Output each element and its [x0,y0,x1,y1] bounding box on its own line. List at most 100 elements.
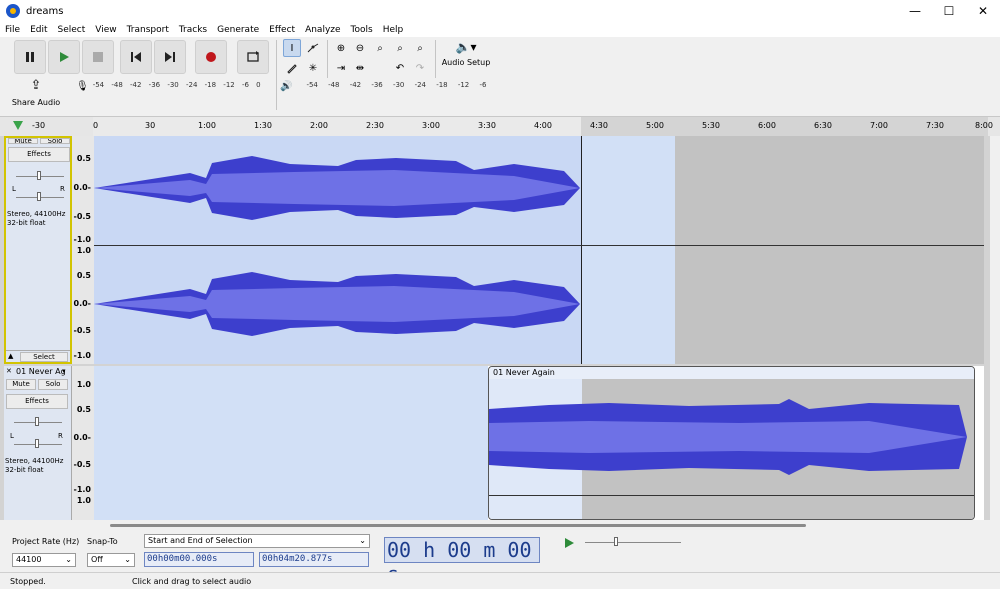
scale-label: 0.5 [76,154,91,163]
meter-tick: -18 [204,81,217,89]
amplitude-scale[interactable]: 0.5 0.0- -0.5 -1.0 1.0 0.5 0.0- -0.5 -1.… [72,136,94,364]
gain-slider[interactable] [37,171,41,180]
menu-analyze[interactable]: Analyze [300,25,345,35]
close-button[interactable]: ✕ [966,0,1000,22]
project-rate-select[interactable]: 44100 ⌄ [12,553,76,567]
audio-setup-button[interactable]: 🔈▾ Audio Setup [440,40,492,74]
menu-edit[interactable]: Edit [25,25,52,35]
ruler-tick: 30 [145,121,156,130]
skip-to-start-button[interactable] [120,40,152,74]
silence-icon: ⇹ [355,62,365,74]
minimize-button[interactable]: — [898,0,932,22]
track-format-info: Stereo, 44100Hz 32-bit float [5,457,64,474]
snap-to-select[interactable]: Off ⌄ [87,553,135,567]
share-audio-label: Share Audio [11,98,61,107]
selection-tool-button[interactable]: I [283,39,301,57]
menu-generate[interactable]: Generate [212,25,264,35]
audio-position-display[interactable]: 00 h 00 m 00 s [384,537,540,586]
track-1-waveform-area[interactable] [94,136,984,364]
menu-tools[interactable]: Tools [346,25,378,35]
meter-tick: -54 [306,81,318,89]
mute-button[interactable]: Mute [8,138,38,144]
menu-effect[interactable]: Effect [264,25,300,35]
undo-button[interactable]: ↶ [391,59,409,77]
menu-view[interactable]: View [90,25,121,35]
timeline-ruler[interactable]: -30 0 30 1:00 1:30 2:00 2:30 3:00 3:30 4… [0,116,1000,137]
redo-icon: ↷ [415,62,425,74]
loop-button[interactable] [237,40,269,74]
menu-transport[interactable]: Transport [122,25,174,35]
playback-speed-track[interactable] [585,542,681,543]
status-bar: Stopped. Click and drag to select audio [0,572,1000,589]
ruler-tick: 6:30 [814,121,832,130]
loop-icon [247,51,259,62]
track-menu-icon[interactable]: ▾ [62,367,66,375]
skip-to-end-button[interactable] [154,40,186,74]
clip-title[interactable]: 01 Never Again [489,367,974,379]
fit-project-button[interactable]: ⌕ [391,39,409,57]
share-audio-button[interactable]: ⇪ Share Audio [10,78,62,114]
track-control-panel[interactable]: ✕ 01 Never Ag ▾ Mute Solo Effects L R St… [4,366,72,520]
pan-slider[interactable] [35,439,39,448]
clip-waveform [489,399,967,475]
zoom-toggle-button[interactable]: ⌕ [411,39,429,57]
select-track-button[interactable]: Select [20,352,68,362]
recording-meter[interactable]: 🎙 -54 -48 -42 -36 -30 -24 -18 -12 -6 0 [76,79,266,93]
track-2-waveform-area[interactable]: 01 Never Again [94,366,984,520]
track-title-bar[interactable]: ✕ 01 Never Ag ▾ [4,367,68,379]
meter-tick: -42 [130,81,142,89]
multi-tool-button[interactable]: ✳ [304,59,322,77]
track-control-panel[interactable]: Mute Solo Effects L R Stereo, 44100Hz 32… [4,136,72,364]
draw-tool-button[interactable] [283,59,301,77]
trim-button[interactable]: ⇥ [332,59,350,77]
chevron-down-icon: ⌄ [124,555,131,564]
envelope-tool-button[interactable] [304,39,322,57]
silence-button[interactable]: ⇹ [351,59,369,77]
scale-label: -0.5 [73,460,92,469]
redo-button[interactable]: ↷ [411,59,429,77]
effects-button[interactable]: Effects [8,147,70,162]
pause-icon [26,52,34,62]
gain-slider[interactable] [35,417,39,426]
menu-select[interactable]: Select [53,25,91,35]
menu-tracks[interactable]: Tracks [174,25,212,35]
close-track-icon[interactable]: ✕ [6,367,12,375]
pause-button[interactable] [14,40,46,74]
track-footer: ▲ Select [6,350,70,362]
selection-start-time[interactable]: 00h00m00.000s [144,552,254,567]
menu-file[interactable]: File [0,25,25,35]
pan-slider[interactable] [37,192,41,201]
selection-end-time[interactable]: 00h04m20.877s [259,552,369,567]
stop-button[interactable] [82,40,114,74]
maximize-button[interactable]: ☐ [932,0,966,22]
effects-button[interactable]: Effects [6,394,68,409]
scale-label: 1.0 [76,496,91,505]
collapse-icon[interactable]: ▲ [8,352,13,360]
play-button[interactable] [48,40,80,74]
track-name[interactable]: 01 Never Ag [16,367,66,376]
menu-help[interactable]: Help [378,25,409,35]
zoom-in-button[interactable]: ⊕ [332,39,350,57]
fit-selection-button[interactable]: ⌕ [371,39,389,57]
meter-tick: -18 [436,81,448,89]
meter-tick: -42 [349,81,362,89]
solo-button[interactable]: Solo [40,138,70,144]
tracks-area[interactable]: Mute Solo Effects L R Stereo, 44100Hz 32… [0,136,990,520]
ruler-tick: 4:00 [534,121,552,130]
horizontal-scrollbar[interactable] [0,520,1000,532]
scrollbar-thumb[interactable] [110,524,806,527]
amplitude-scale[interactable]: 1.0 0.5 0.0- -0.5 -1.0 1.0 [72,366,94,520]
playback-speed-slider[interactable] [614,537,618,546]
play-at-speed-button[interactable] [560,534,578,552]
mute-button[interactable]: Mute [6,379,36,390]
toolbar-separator [435,40,436,78]
window-title: dreams [26,5,64,17]
solo-button[interactable]: Solo [38,379,68,390]
selection-mode-select[interactable]: Start and End of Selection ⌄ [144,534,370,548]
zoom-out-button[interactable]: ⊖ [351,39,369,57]
undo-icon: ↶ [395,62,405,74]
record-button[interactable] [195,40,227,74]
playback-meter[interactable]: 🔊 -54 -48 -42 -36 -30 -24 -18 -12 -6 [280,79,495,93]
meter-tick: -30 [392,81,405,89]
audio-clip[interactable]: 01 Never Again [488,366,975,520]
